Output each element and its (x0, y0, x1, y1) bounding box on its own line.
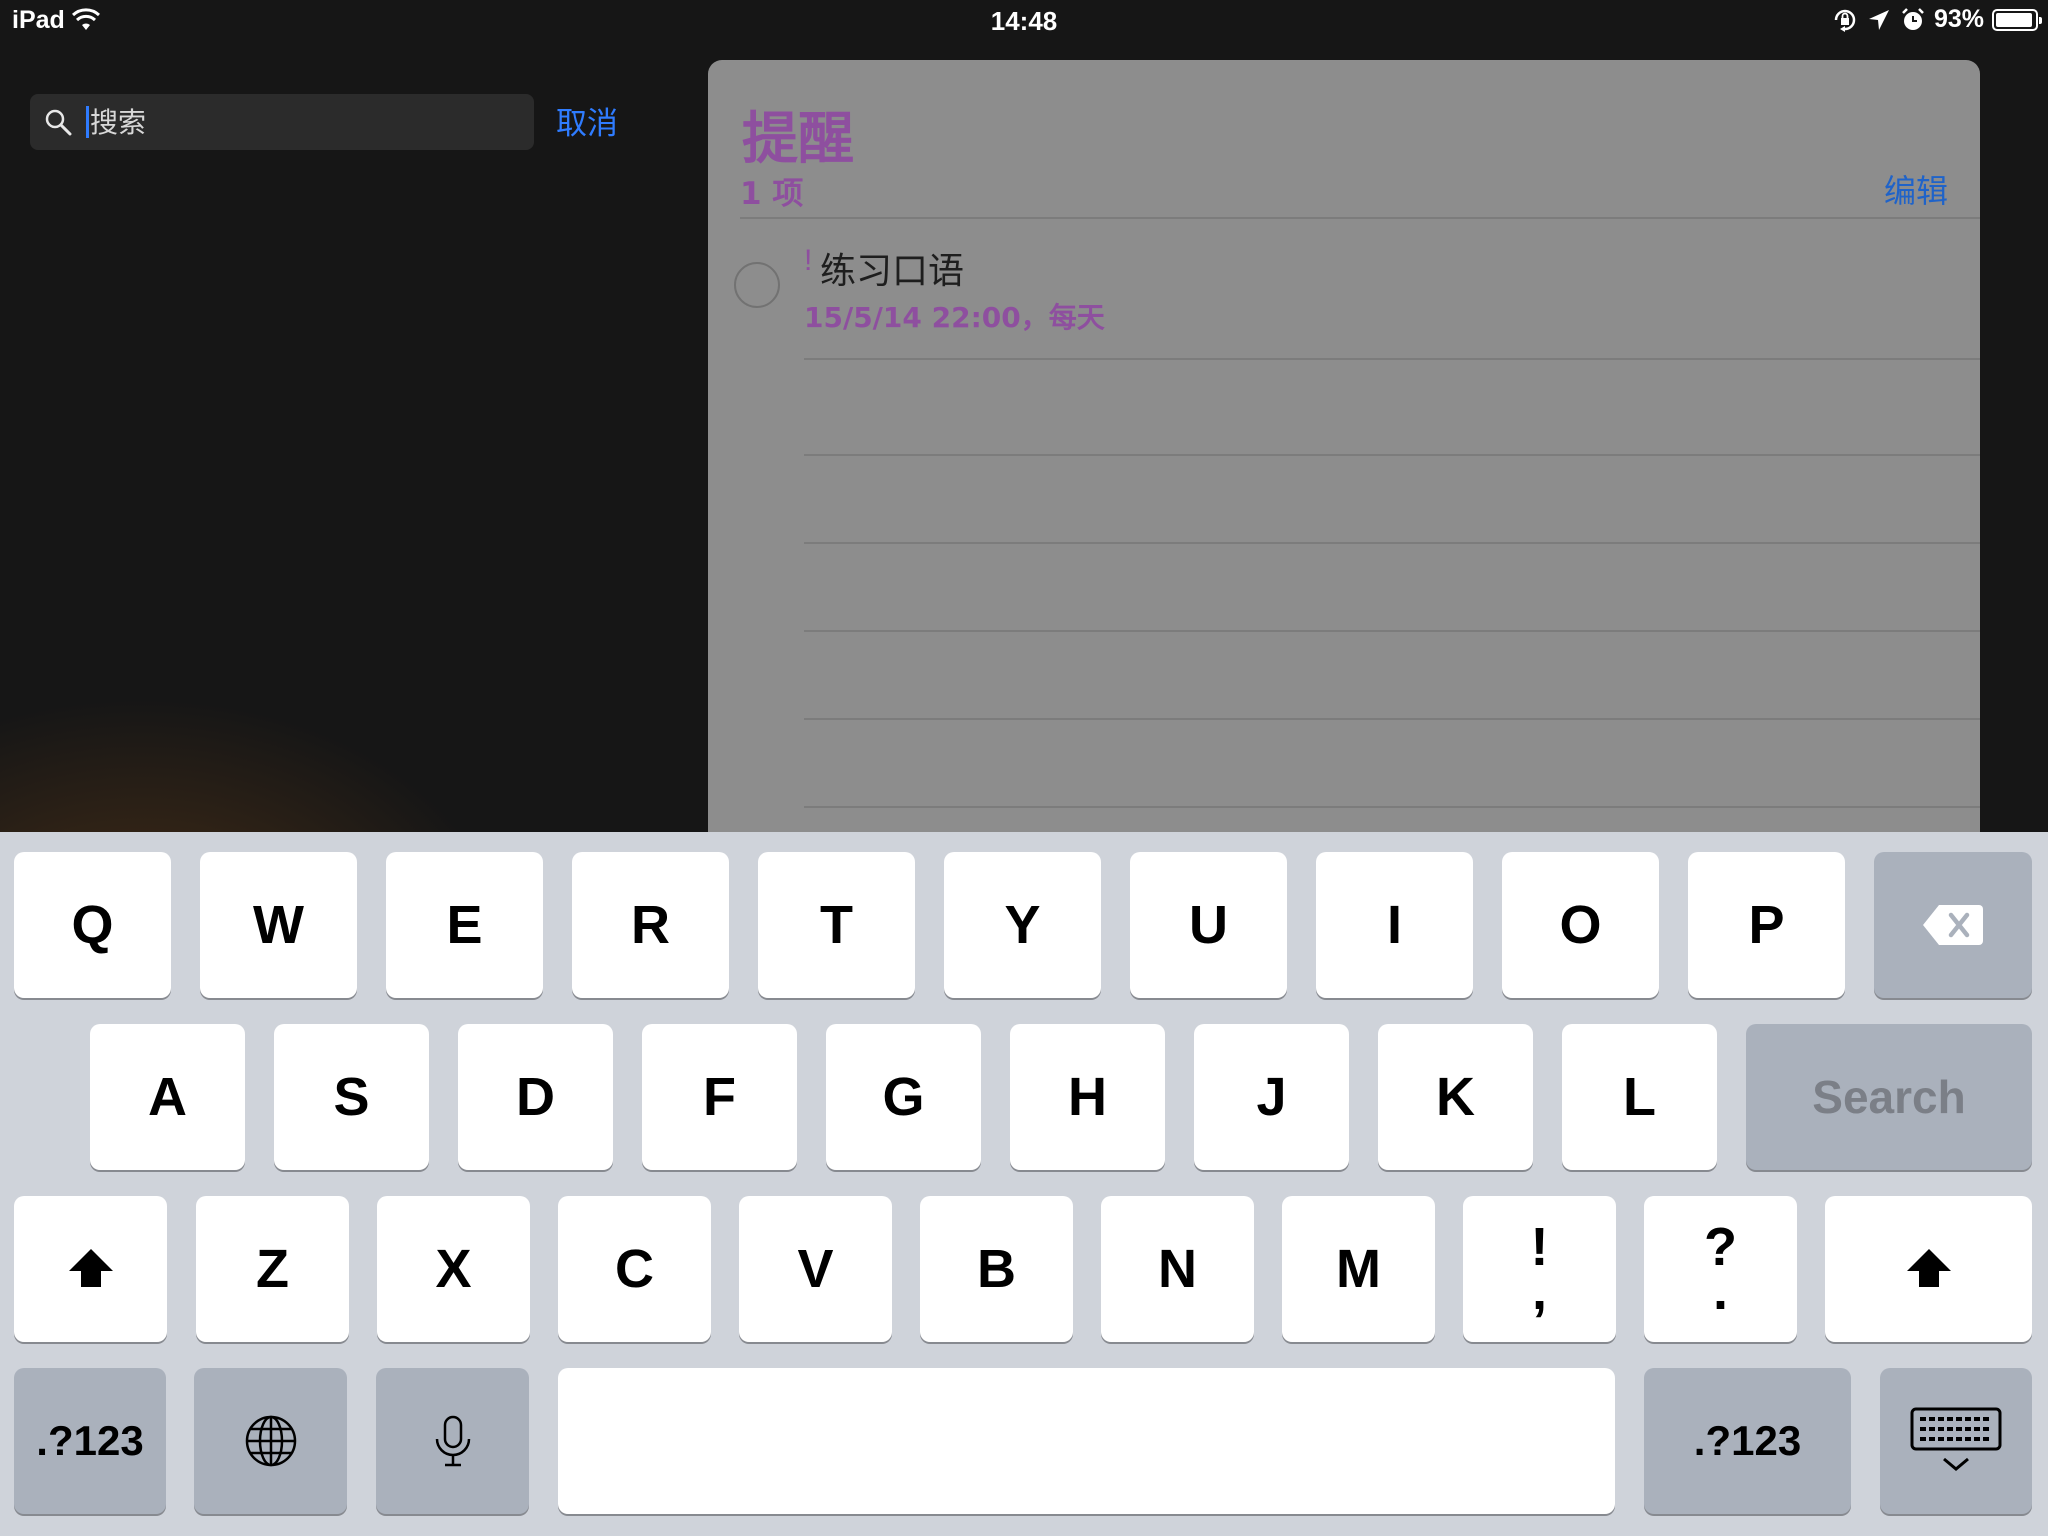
key-n[interactable]: N (1101, 1196, 1254, 1342)
numbers-key-left[interactable]: .?123 (14, 1368, 166, 1514)
key-x[interactable]: X (377, 1196, 530, 1342)
key-j[interactable]: J (1194, 1024, 1349, 1170)
key-e[interactable]: E (386, 852, 543, 998)
search-panel: 取消 (0, 40, 708, 832)
reminders-card: 提醒 1 项 编辑 ! 练习口语 15/5/14 22:00，每天 (708, 60, 1980, 860)
shift-icon (68, 1249, 113, 1287)
keyboard-dismiss-icon (1910, 1407, 2002, 1471)
delete-key[interactable] (1874, 852, 2032, 998)
key-s[interactable]: S (274, 1024, 429, 1170)
search-field[interactable] (30, 94, 534, 150)
cancel-button[interactable]: 取消 (556, 98, 618, 143)
key-question-period[interactable]: ?. (1644, 1196, 1797, 1342)
list-rule (804, 454, 1980, 456)
key-q[interactable]: Q (14, 852, 171, 998)
status-bar: iPad 14:48 93% (0, 0, 2048, 40)
space-bar[interactable] (558, 1368, 1615, 1514)
key-d[interactable]: D (458, 1024, 613, 1170)
key-k[interactable]: K (1378, 1024, 1533, 1170)
battery-icon (1992, 8, 2042, 31)
reminder-due-date: 15/5/14 22:00，每天 (804, 301, 1105, 334)
search-input[interactable] (90, 100, 520, 144)
search-key[interactable]: Search (1746, 1024, 2032, 1170)
numbers-key-right[interactable]: .?123 (1644, 1368, 1851, 1514)
status-right: 93% (1832, 5, 2042, 34)
key-l[interactable]: L (1562, 1024, 1717, 1170)
battery-percent: 93% (1933, 5, 1984, 33)
keyboard: Q W E R T Y U I O P A S D F G H J K L Se… (0, 832, 2048, 1536)
item-count: 1 项 (740, 176, 804, 212)
alarm-icon (1902, 7, 1924, 30)
key-i[interactable]: I (1316, 852, 1473, 998)
list-rule (804, 358, 1980, 360)
key-o[interactable]: O (1502, 852, 1659, 998)
key-a[interactable]: A (90, 1024, 245, 1170)
dismiss-keyboard-key[interactable] (1880, 1368, 2032, 1514)
key-w[interactable]: W (200, 852, 357, 998)
key-m[interactable]: M (1282, 1196, 1435, 1342)
dictation-key[interactable] (376, 1368, 529, 1514)
shift-key-left[interactable] (14, 1196, 167, 1342)
key-u[interactable]: U (1130, 852, 1287, 998)
edit-button[interactable]: 编辑 (1884, 166, 1948, 212)
reminder-checkbox[interactable] (734, 262, 780, 308)
key-t[interactable]: T (758, 852, 915, 998)
key-g[interactable]: G (826, 1024, 981, 1170)
search-icon (45, 109, 72, 136)
list-rule (804, 718, 1980, 720)
key-exclaim-comma[interactable]: !, (1463, 1196, 1616, 1342)
microphone-icon (435, 1415, 470, 1467)
list-title: 提醒 (742, 107, 854, 172)
location-icon (1868, 9, 1889, 30)
key-h[interactable]: H (1010, 1024, 1165, 1170)
shift-icon (1906, 1249, 1951, 1287)
key-c[interactable]: C (558, 1196, 711, 1342)
key-p[interactable]: P (1688, 852, 1845, 998)
text-cursor (86, 106, 89, 138)
list-rule (804, 542, 1980, 544)
delete-icon (1923, 905, 1983, 945)
key-r[interactable]: R (572, 852, 729, 998)
list-rule (804, 806, 1980, 808)
rotation-lock-icon (1834, 9, 1856, 32)
list-rule (804, 630, 1980, 632)
key-y[interactable]: Y (944, 852, 1101, 998)
key-f[interactable]: F (642, 1024, 797, 1170)
key-b[interactable]: B (920, 1196, 1073, 1342)
globe-key[interactable] (194, 1368, 347, 1514)
reminder-title[interactable]: 练习口语 (820, 242, 964, 294)
key-z[interactable]: Z (196, 1196, 349, 1342)
status-time: 14:48 (990, 6, 1058, 36)
key-v[interactable]: V (739, 1196, 892, 1342)
priority-marker: ! (804, 244, 813, 277)
shift-key-right[interactable] (1825, 1196, 2032, 1342)
header-divider (740, 217, 1980, 219)
globe-icon (245, 1415, 296, 1467)
